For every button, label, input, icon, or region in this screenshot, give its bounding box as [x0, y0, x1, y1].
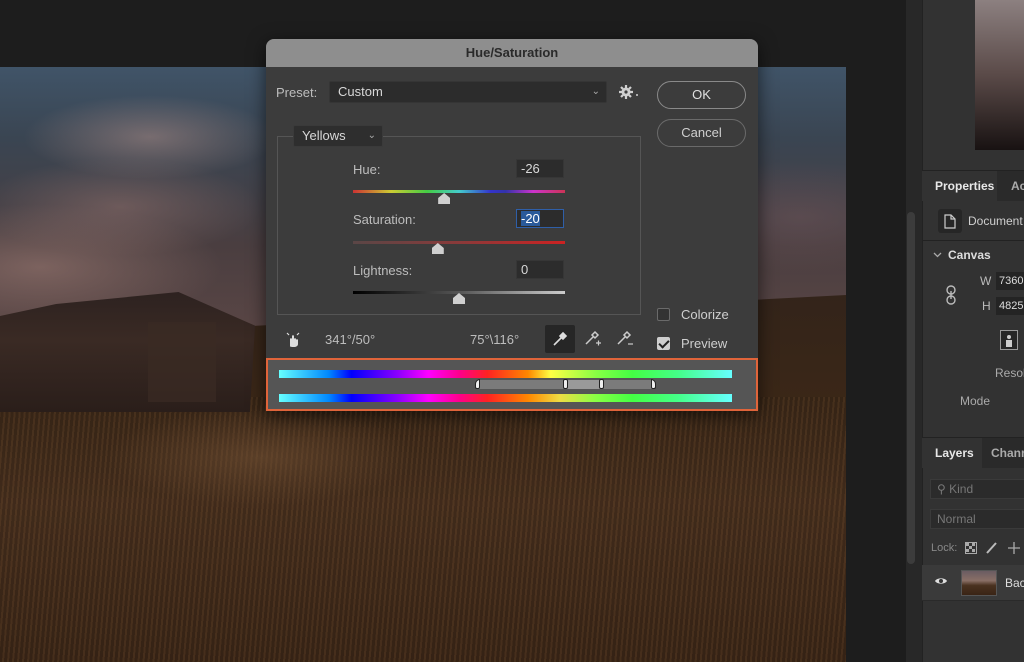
color-range-bars — [266, 358, 758, 411]
subtract-from-sample-button[interactable] — [610, 325, 640, 353]
hue-range-left-readout: 341°/50° — [325, 332, 376, 347]
document-icon — [938, 209, 962, 233]
height-field[interactable]: 4825 — [996, 297, 1024, 315]
range-right-core-handle[interactable] — [599, 379, 604, 389]
lock-row: Lock: — [931, 541, 1021, 555]
width-field[interactable]: 7360 — [996, 272, 1024, 290]
output-color-ramp — [279, 394, 732, 402]
color-picker-field[interactable] — [975, 0, 1024, 150]
preview-checkbox-row[interactable]: Preview — [657, 336, 727, 351]
eye-visibility-icon[interactable] — [934, 576, 948, 586]
hue-input[interactable]: -26 — [516, 159, 564, 178]
saturation-value: -20 — [521, 211, 540, 226]
range-left-falloff-handle[interactable] — [475, 379, 480, 389]
hue-slider-track[interactable] — [353, 190, 565, 193]
channel-value: Yellows — [302, 128, 346, 143]
hue-saturation-dialog: Hue/Saturation Preset: Custom ⌄ OK Cance… — [266, 39, 758, 411]
eyedropper-icon — [553, 331, 568, 346]
gear-icon[interactable] — [618, 83, 640, 101]
adjustment-group — [277, 136, 641, 315]
document-row: Document — [938, 209, 1023, 233]
scrollbar-thumb[interactable] — [907, 212, 915, 564]
saturation-input[interactable]: -20 — [516, 209, 564, 228]
width-label: W — [980, 274, 992, 288]
height-label: H — [982, 299, 991, 313]
photo-meadow — [0, 397, 846, 662]
divider — [922, 240, 1024, 241]
saturation-slider-track[interactable] — [353, 241, 565, 244]
add-to-sample-button[interactable] — [578, 325, 608, 353]
ok-button[interactable]: OK — [657, 81, 746, 109]
preset-select[interactable]: Custom ⌄ — [329, 81, 607, 103]
hue-range-right-readout: 75°\116° — [470, 332, 520, 347]
chevron-down-icon — [933, 252, 942, 258]
tab-layers[interactable]: Layers — [922, 438, 982, 468]
search-icon: ⚲ — [937, 482, 946, 496]
range-right-falloff-handle[interactable] — [651, 379, 656, 389]
layer-thumbnail[interactable] — [961, 570, 997, 596]
resolution-label: Resol — [995, 366, 1024, 380]
range-left-core-handle[interactable] — [563, 379, 568, 389]
eyedropper-button[interactable] — [545, 325, 575, 353]
colorize-checkbox-row[interactable]: Colorize — [657, 307, 729, 322]
colorize-label: Colorize — [681, 307, 729, 322]
colorize-checkbox[interactable] — [657, 308, 670, 321]
preset-label: Preset: — [276, 85, 318, 100]
lock-position-icon[interactable] — [1007, 541, 1021, 555]
properties-tabbar: Properties Ac — [922, 171, 1024, 201]
link-proportions-icon[interactable] — [945, 285, 957, 305]
mode-label: Mode — [960, 394, 991, 408]
lock-image-pixels-icon[interactable] — [985, 541, 999, 555]
preview-checkbox[interactable] — [657, 337, 670, 350]
tab-adjustments[interactable]: Ac — [998, 171, 1024, 201]
lock-transparent-pixels-icon[interactable] — [965, 542, 978, 554]
layer-filter-kind[interactable]: ⚲ Kind — [930, 479, 1024, 499]
tab-properties[interactable]: Properties — [922, 171, 997, 201]
canvas-section-toggle[interactable]: Canvas — [933, 248, 991, 262]
kind-placeholder: Kind — [949, 482, 974, 496]
lock-label: Lock: — [931, 542, 958, 554]
channel-select[interactable]: Yellows ⌄ — [293, 125, 383, 147]
eyedropper-plus-icon — [585, 330, 601, 346]
targeted-adjustment-hand-icon[interactable] — [284, 331, 302, 349]
color-range-core[interactable] — [565, 380, 602, 389]
input-color-ramp — [279, 370, 732, 378]
document-label: Document — [968, 214, 1023, 228]
photo-cabin-door — [148, 322, 216, 402]
orientation-icon[interactable] — [1000, 330, 1018, 350]
hue-label: Hue: — [353, 162, 381, 177]
eyedropper-minus-icon — [617, 330, 633, 345]
photo-cabin — [0, 292, 255, 412]
lightness-input[interactable]: 0 — [516, 260, 564, 279]
blend-mode-select[interactable]: Normal — [930, 509, 1024, 529]
lightness-label: Lightness: — [353, 263, 413, 278]
chevron-down-icon: ⌄ — [591, 86, 600, 97]
chevron-down-icon: ⌄ — [367, 130, 376, 141]
layer-name[interactable]: Bac — [1005, 576, 1024, 590]
cancel-button[interactable]: Cancel — [657, 119, 746, 147]
layers-tabbar: Layers Chann — [922, 438, 1024, 468]
canvas-section-label: Canvas — [948, 248, 991, 262]
saturation-label: Saturation: — [353, 212, 416, 227]
photoshop-window: Properties Ac Document Canvas W 7360 H 4… — [0, 0, 1024, 662]
preset-value: Custom — [338, 84, 383, 99]
dialog-title[interactable]: Hue/Saturation — [266, 39, 758, 67]
preview-label: Preview — [681, 336, 728, 351]
tab-channels[interactable]: Chann — [983, 438, 1024, 468]
